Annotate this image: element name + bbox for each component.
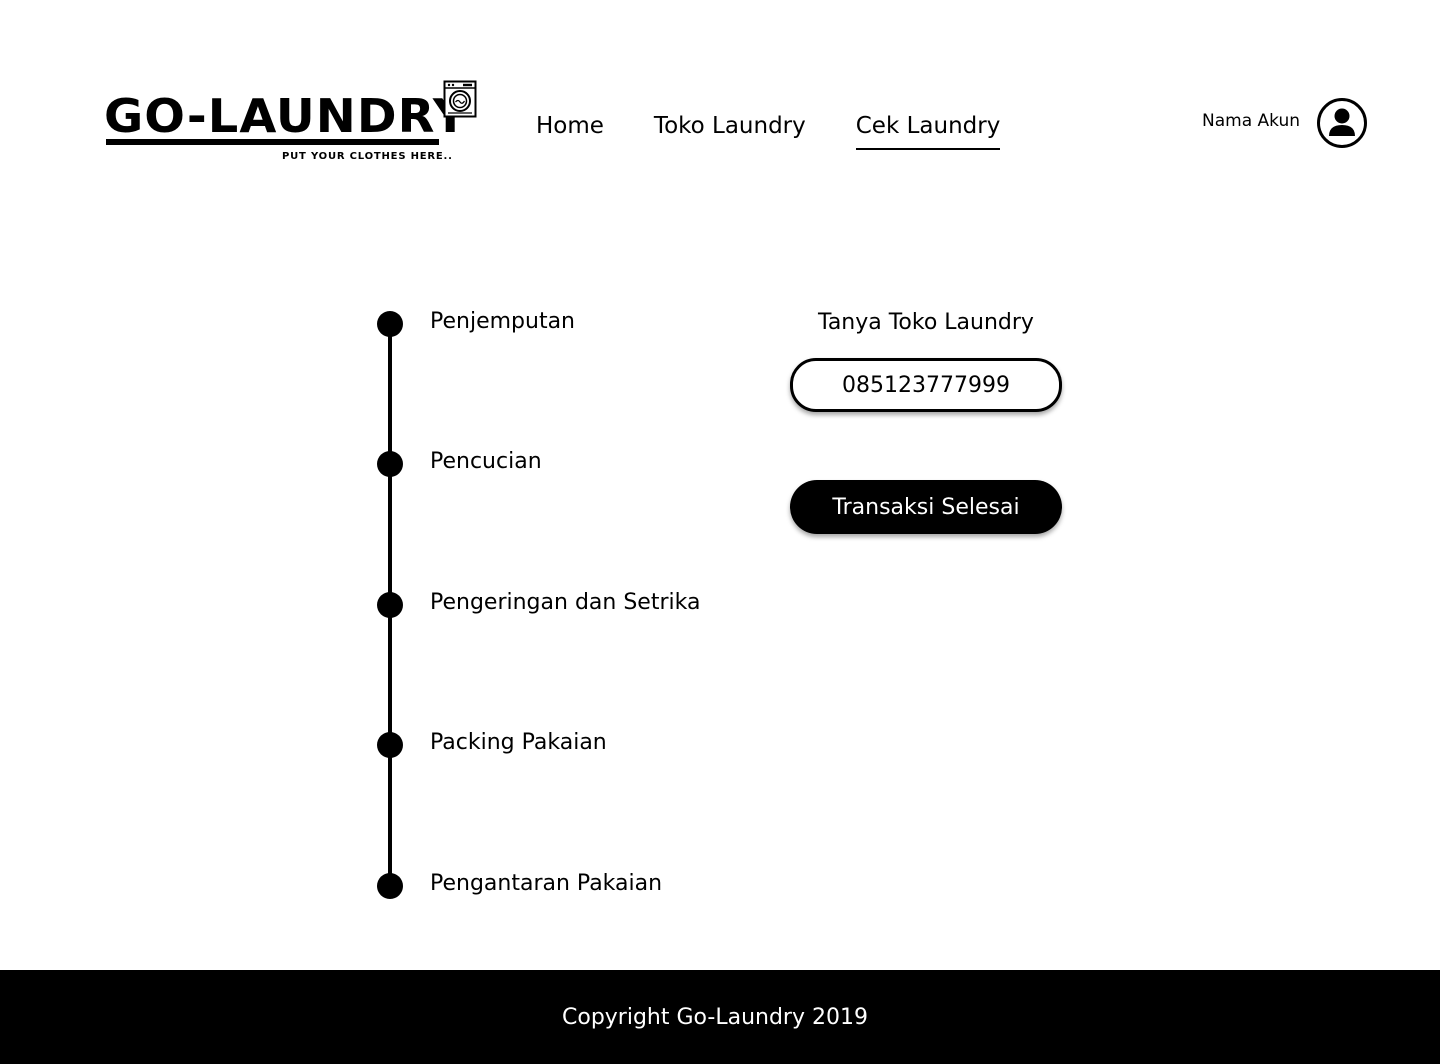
brand-name: GO-LAUNDRY: [104, 89, 469, 143]
timeline-step-label: Packing Pakaian: [430, 730, 607, 755]
timeline-step-label: Pengeringan dan Setrika: [430, 590, 701, 615]
nav-item-toko-laundry[interactable]: Toko Laundry: [654, 110, 806, 152]
timeline-step-label: Pengantaran Pakaian: [430, 871, 663, 896]
timeline-dot: [377, 732, 403, 758]
timeline-dot: [377, 311, 403, 337]
main-nav: Home Toko Laundry Cek Laundry: [536, 110, 1050, 152]
user-circle-icon[interactable]: [1316, 97, 1368, 149]
finish-transaction-button[interactable]: Transaksi Selesai: [790, 480, 1062, 534]
ask-laundry-title: Tanya Toko Laundry: [818, 310, 1034, 335]
account-name[interactable]: Nama Akun: [1202, 111, 1300, 131]
washing-machine-icon: [443, 80, 477, 118]
footer-copyright: Copyright Go-Laundry 2019: [562, 1004, 868, 1030]
nav-item-home[interactable]: Home: [536, 110, 604, 152]
timeline-dot: [377, 592, 403, 618]
brand-logo[interactable]: GO-LAUNDRY PUT YOUR CLOTHES HERE..: [104, 78, 484, 168]
footer: Copyright Go-Laundry 2019: [0, 970, 1440, 1064]
brand-tagline: PUT YOUR CLOTHES HERE..: [282, 151, 453, 162]
nav-item-cek-laundry[interactable]: Cek Laundry: [855, 110, 1000, 152]
brand-underline: [106, 139, 439, 145]
timeline-dot: [377, 451, 403, 477]
timeline-dot: [377, 873, 403, 899]
timeline-step-label: Pencucian: [430, 449, 542, 474]
timeline-step-label: Penjemputan: [430, 309, 575, 334]
phone-number-field[interactable]: 085123777999: [790, 358, 1062, 412]
page: GO-LAUNDRY PUT YOUR CLOTHES HERE.. Home …: [0, 0, 1440, 1064]
